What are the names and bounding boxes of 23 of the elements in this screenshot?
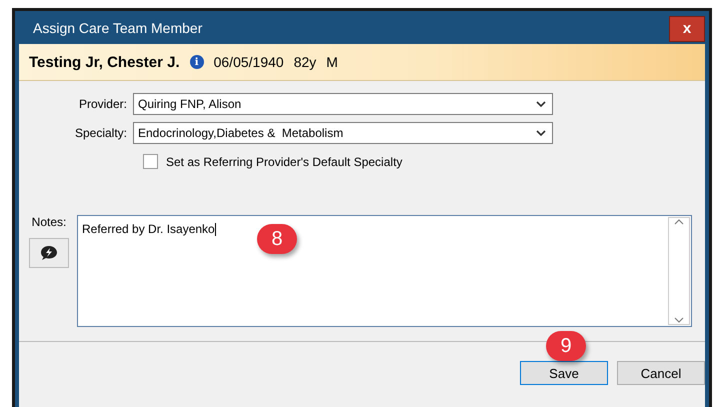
scroll-down-icon[interactable] — [674, 317, 684, 324]
dropdown-field[interactable]: Endocrinology,Diabetes & Metabolism — [133, 122, 553, 144]
chevron-down-icon — [536, 130, 546, 136]
info-icon[interactable]: i — [190, 55, 204, 69]
dropdown-field[interactable]: Quiring FNP, Alison — [133, 93, 553, 115]
patient-sex: M — [326, 54, 338, 70]
checkbox[interactable] — [143, 154, 158, 169]
cancel-button[interactable]: Cancel — [617, 361, 705, 385]
checkbox-label: Set as Referring Provider's Default Specialty — [166, 154, 402, 168]
patient-name: Testing Jr, Chester J. — [29, 54, 180, 70]
field-label: Provider: — [78, 97, 127, 111]
save-button[interactable]: Save — [520, 361, 608, 385]
patient-age: 82y — [294, 54, 316, 70]
close-button[interactable]: x — [669, 16, 705, 42]
scroll-up-icon[interactable] — [674, 218, 684, 225]
step-badge: 9 — [546, 331, 586, 361]
field-label: Specialty: — [74, 126, 127, 140]
quick-text-button[interactable] — [29, 238, 69, 268]
birth-date: 06/05/1940 — [214, 54, 284, 70]
window-title: Assign Care Team Member — [33, 20, 202, 36]
notes-label: Notes: — [32, 215, 66, 229]
chevron-down-icon — [536, 100, 546, 108]
lightning-bubble-icon — [40, 245, 58, 261]
